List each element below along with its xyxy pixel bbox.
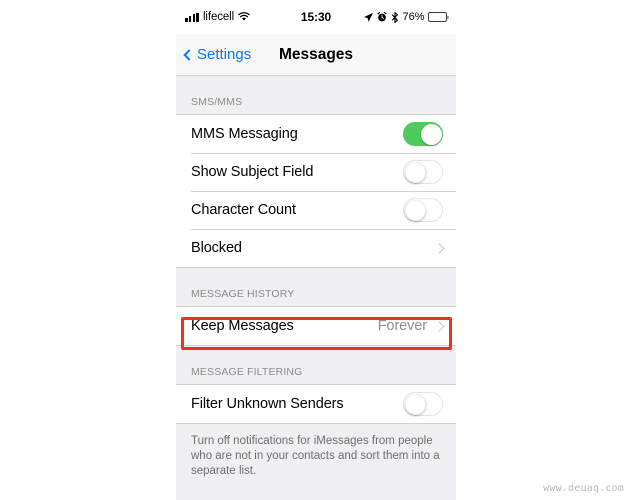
group-message-history: Keep Messages Forever: [176, 306, 456, 346]
toggle-show-subject-field[interactable]: [403, 160, 443, 184]
row-label: Keep Messages: [191, 318, 294, 334]
row-value-keep-messages: Forever: [377, 318, 427, 334]
row-label: MMS Messaging: [191, 126, 298, 142]
row-label: Filter Unknown Senders: [191, 396, 344, 412]
navigation-bar: Settings Messages: [176, 34, 456, 76]
back-button-label: Settings: [197, 46, 252, 63]
row-keep-messages[interactable]: Keep Messages Forever: [176, 307, 456, 345]
chevron-left-icon: [183, 48, 195, 61]
row-label: Character Count: [191, 202, 296, 218]
carrier-label: lifecell: [202, 11, 235, 23]
bluetooth-icon: [391, 11, 398, 23]
group-sms-mms: MMS Messaging Show Subject Field Charact…: [176, 114, 456, 268]
row-label: Blocked: [191, 240, 242, 256]
status-bar-right: 76%: [331, 11, 450, 23]
clock-label: 15:30: [300, 10, 332, 24]
row-filter-unknown-senders[interactable]: Filter Unknown Senders: [176, 385, 456, 423]
status-bar: lifecell 15:30 76%: [176, 0, 456, 34]
row-blocked[interactable]: Blocked: [176, 229, 456, 267]
row-show-subject-field[interactable]: Show Subject Field: [176, 153, 456, 191]
status-bar-left: lifecell: [185, 11, 301, 23]
chevron-right-icon: [434, 243, 445, 253]
section-header-message-history: MESSAGE HISTORY: [176, 268, 456, 306]
wifi-icon: [238, 12, 250, 21]
row-label: Show Subject Field: [191, 164, 314, 180]
phone-screen: lifecell 15:30 76% Settings Messages SMS…: [176, 0, 456, 500]
footer-note-message-filtering: Turn off notifications for iMessages fro…: [176, 424, 456, 479]
group-message-filtering: Filter Unknown Senders: [176, 384, 456, 424]
alarm-clock-icon: [377, 12, 388, 22]
battery-percent-label: 76%: [402, 11, 425, 23]
row-character-count[interactable]: Character Count: [176, 191, 456, 229]
watermark: www.deuaq.com: [543, 483, 624, 494]
back-button-settings[interactable]: Settings: [183, 46, 252, 63]
section-header-message-filtering: MESSAGE FILTERING: [176, 346, 456, 384]
toggle-mms-messaging[interactable]: [403, 122, 443, 146]
location-arrow-icon: [363, 12, 374, 22]
section-header-sms-mms: SMS/MMS: [176, 76, 456, 114]
toggle-character-count[interactable]: [403, 198, 443, 222]
signal-bars-icon: [185, 12, 199, 22]
battery-icon: [428, 12, 450, 22]
chevron-right-icon: [434, 321, 445, 331]
screenshot-root: lifecell 15:30 76% Settings Messages SMS…: [0, 0, 630, 500]
row-mms-messaging[interactable]: MMS Messaging: [176, 115, 456, 153]
toggle-filter-unknown-senders[interactable]: [403, 392, 443, 416]
